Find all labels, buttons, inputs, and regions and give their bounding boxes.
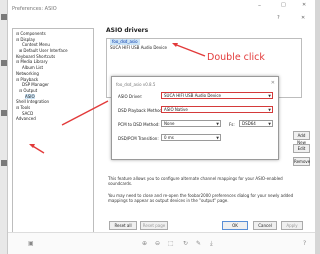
arrow-to-driver [173,43,206,57]
arrow-to-tree [61,100,109,126]
annotation-arrows [29,43,206,154]
